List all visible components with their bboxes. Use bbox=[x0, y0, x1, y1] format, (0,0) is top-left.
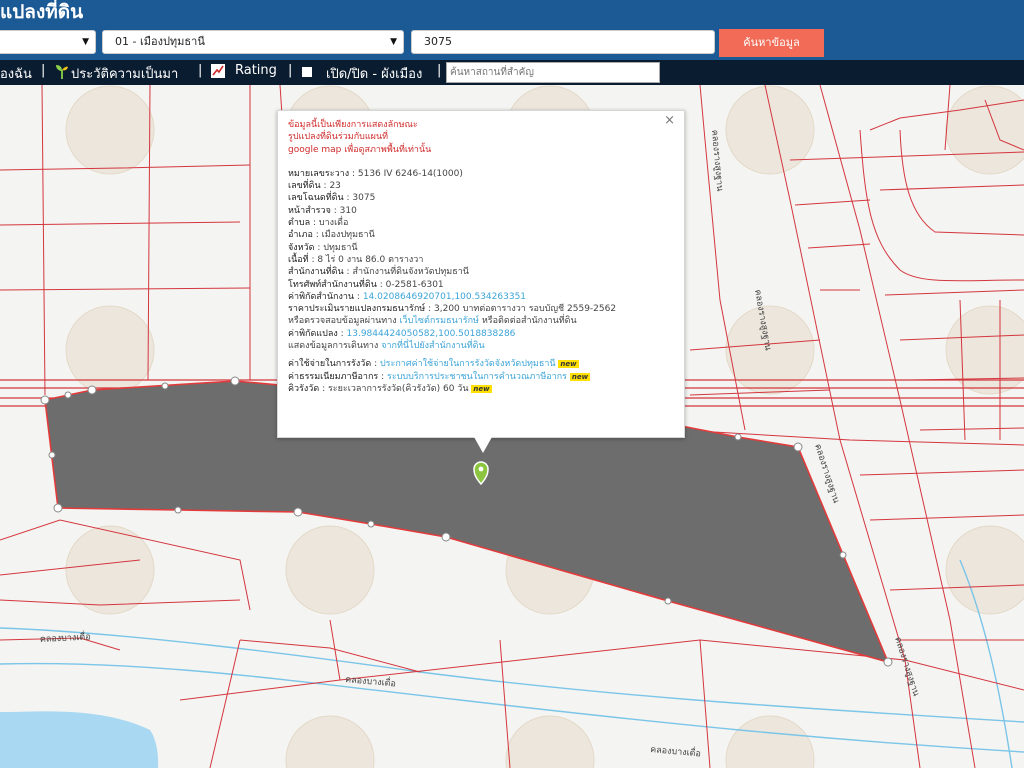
route-link[interactable]: จากที่นี่ไปยังสำนักงานที่ดิน bbox=[381, 341, 484, 351]
chevron-down-icon: ▼ bbox=[82, 37, 89, 47]
search-button[interactable]: ค้นหาข้อมูล bbox=[719, 29, 824, 57]
toolbar-separator: | bbox=[288, 63, 293, 78]
tambon-select[interactable]: ▼ bbox=[0, 30, 96, 54]
top-header: แปลงที่ดิน ▼ 01 - เมืองปทุมธานี ▼ 3075 ค… bbox=[0, 0, 1024, 60]
survey-fee-row: ค่าใช้จ่ายในการรังวัด : ประกาศค่าใช้จ่าย… bbox=[288, 359, 579, 370]
survey-queue-row: คิวรังวัด : ระยะเวลาการรังวัด(คิวรังวัด)… bbox=[288, 383, 492, 394]
rating-chart-icon bbox=[211, 64, 225, 82]
square-icon[interactable] bbox=[302, 66, 312, 81]
survey-row: หน้าสำรวจ : 310 bbox=[288, 205, 357, 216]
amphoe-select-value: 01 - เมืองปทุมธานี bbox=[115, 35, 205, 48]
amphoe-select[interactable]: 01 - เมืองปทุมธานี ▼ bbox=[102, 30, 404, 54]
new-badge: new bbox=[558, 360, 579, 369]
toolbar-item-cityplan[interactable]: เปิด/ปิด - ผังเมือง bbox=[326, 63, 422, 84]
survey-fee-link[interactable]: ประกาศค่าใช้จ่ายในการรังวัดจังหวัดปทุมธา… bbox=[380, 359, 556, 369]
parcel-number-input[interactable]: 3075 bbox=[411, 30, 715, 54]
parcel-number-value: 3075 bbox=[424, 35, 452, 48]
province-row: จังหวัด : ปทุมธานี bbox=[288, 242, 358, 253]
popup-warning: รูปแปลงที่ดินร่วมกับแผนที่ bbox=[288, 132, 389, 143]
toolbar-item-history[interactable]: ประวัติความเป็นมา bbox=[71, 63, 178, 84]
parcel-coordinate-row: ค่าพิกัดแปลง : 13.9844424050582,100.5018… bbox=[288, 328, 516, 339]
office-coordinate-link[interactable]: 14.0208646920701,100.534263351 bbox=[363, 292, 526, 302]
toolbar-item-mine[interactable]: องฉัน bbox=[0, 63, 32, 84]
new-badge: new bbox=[569, 372, 591, 381]
land-office-row: สำนักงานที่ดิน : สำนักงานที่ดินจังหวัดปท… bbox=[288, 267, 469, 278]
tambon-row: ตำบล : บางเดื่อ bbox=[288, 218, 349, 229]
toolbar-separator: | bbox=[41, 63, 46, 78]
toolbar-separator: | bbox=[198, 63, 203, 78]
place-search-input[interactable] bbox=[446, 62, 660, 83]
new-badge: new bbox=[471, 384, 492, 393]
route-row: แสดงข้อมูลการเดินทาง จากที่นี่ไปยังสำนัก… bbox=[288, 341, 485, 352]
toolbar-separator: | bbox=[437, 63, 442, 78]
amphoe-row: อำเภอ : เมืองปทุมธานี bbox=[288, 230, 375, 241]
sprout-icon bbox=[55, 64, 69, 83]
parcel-info-popup: × ข้อมูลนี้เป็นเพียงการแสดงลักษณะ รูปแปล… bbox=[277, 110, 685, 438]
office-coordinate-row: ค่าพิกัดสำนักงาน : 14.0208646920701,100.… bbox=[288, 291, 527, 302]
page-title: แปลงที่ดิน bbox=[0, 1, 84, 23]
road-label: คลองรางสูงฐาน bbox=[709, 129, 724, 191]
canal-label: คลองบางเดื่อ bbox=[650, 742, 702, 759]
pond-area bbox=[0, 711, 159, 768]
road-label: คลองรางสูงฐาน bbox=[892, 636, 921, 698]
treasury-website-link[interactable]: เว็บไซต์กรมธนารักษ์ bbox=[400, 316, 479, 326]
area-row: เนื้อที่ : 8 ไร่ 0 งาน 86.0 ตารางวา bbox=[288, 254, 424, 265]
popup-warning: google map เพื่อดูสภาพพื้นที่เท่านั้น bbox=[288, 144, 432, 155]
toolbar-item-rating[interactable]: Rating bbox=[235, 63, 277, 78]
phone-row: โทรศัพท์สำนักงานที่ดิน : 0-2581-6301 bbox=[288, 279, 444, 290]
land-no-row: เลขที่ดิน : 23 bbox=[288, 181, 341, 192]
popup-pointer bbox=[474, 437, 492, 453]
parcel-coordinate-link[interactable]: 13.9844424050582,100.5018838286 bbox=[347, 329, 516, 339]
price-row: ราคาประเมินรายแปลงกรมธนารักษ์ : 3,200 บา… bbox=[288, 304, 617, 315]
tax-service-link[interactable]: ระบบบริการประชาชนในการคำนวณภาษีอากร bbox=[387, 372, 567, 382]
deed-row: เลขโฉนดที่ดิน : 3075 bbox=[288, 193, 376, 204]
verify-row: หรือตรวจสอบข้อมูลผ่านทาง เว็บไซต์กรมธนาร… bbox=[288, 316, 577, 327]
close-icon[interactable]: × bbox=[664, 114, 675, 127]
chevron-down-icon: ▼ bbox=[390, 37, 397, 47]
tax-row: ค่าธรรมเนียมภาษีอากร : ระบบบริการประชาชน… bbox=[288, 371, 591, 382]
popup-warning: ข้อมูลนี้เป็นเพียงการแสดงลักษณะ bbox=[288, 120, 418, 130]
map-sheet-row: หมายเลขระวาง : 5136 IV 6246-14(1000) bbox=[288, 168, 463, 179]
